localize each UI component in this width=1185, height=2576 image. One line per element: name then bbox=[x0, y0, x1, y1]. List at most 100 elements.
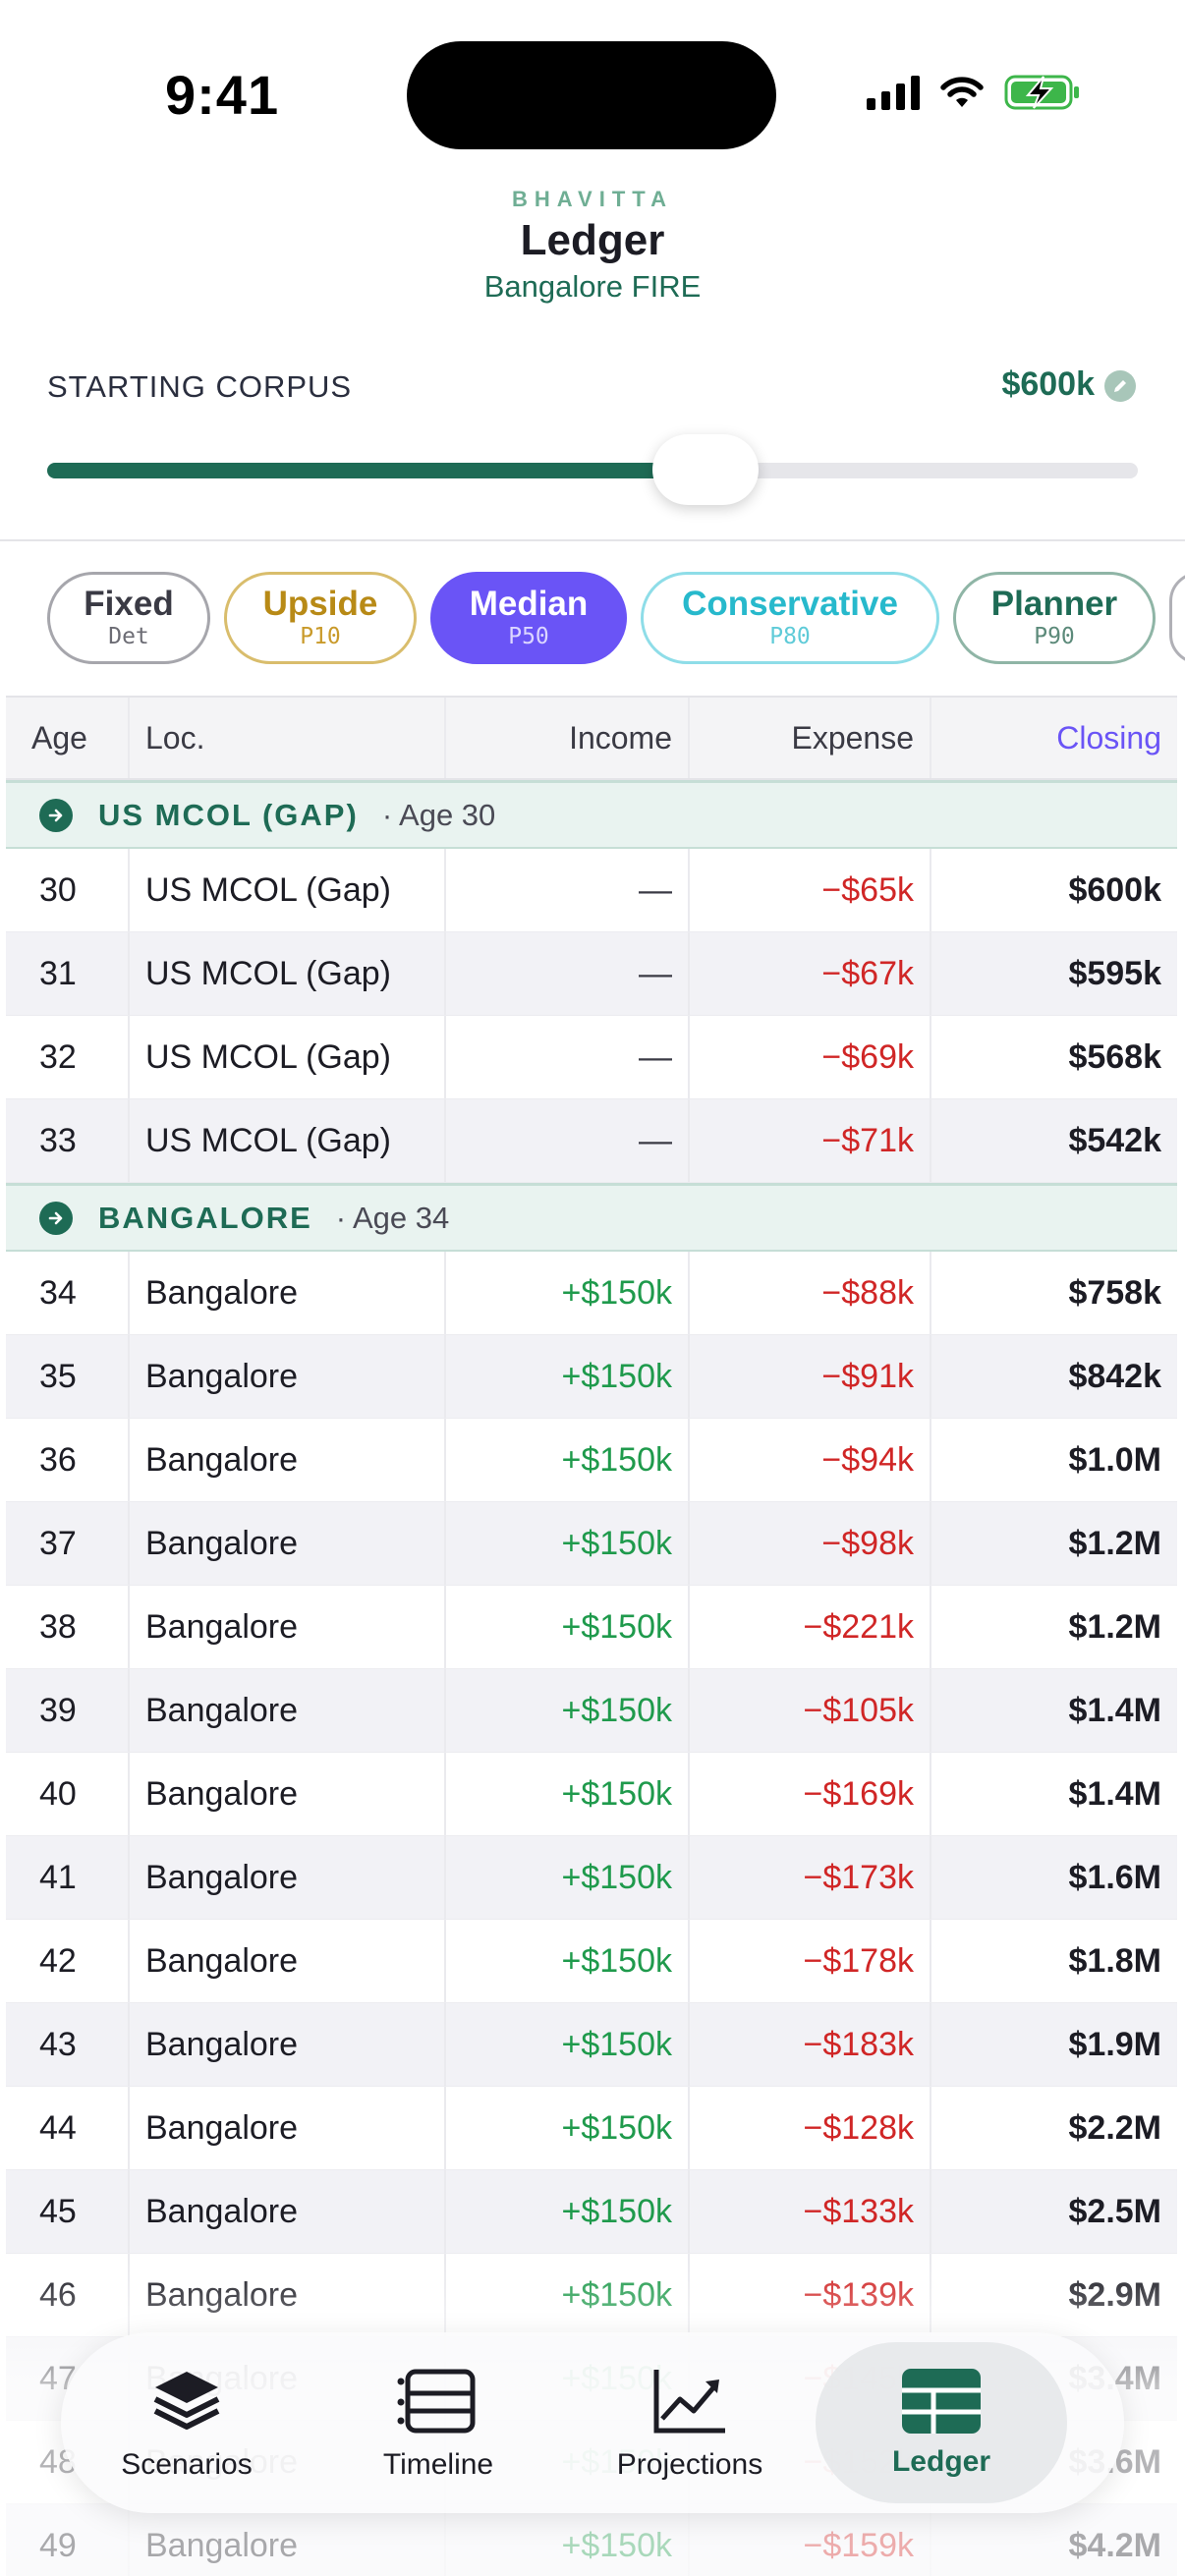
table-row[interactable]: 39 Bangalore +$150k −$105k $1.4M bbox=[6, 1669, 1177, 1753]
cell-expense: −$69k bbox=[690, 1016, 931, 1098]
cell-age: 42 bbox=[6, 1920, 130, 2002]
group-age: · Age 34 bbox=[335, 1200, 450, 1235]
scenario-chip-conservative[interactable]: Conservative P80 bbox=[641, 572, 939, 664]
cell-location: Bangalore bbox=[130, 1836, 446, 1919]
group-name: US MCOL (GAP) bbox=[98, 797, 359, 832]
timeline-icon bbox=[397, 2369, 476, 2434]
cell-closing: $595k bbox=[1068, 954, 1161, 992]
table-row[interactable]: 36 Bangalore +$150k −$94k $1.0M bbox=[6, 1419, 1177, 1502]
edit-pencil-icon[interactable] bbox=[1104, 370, 1136, 402]
cell-income: +$150k bbox=[446, 1252, 690, 1334]
section-divider bbox=[0, 539, 1185, 541]
cell-income: +$150k bbox=[446, 1669, 690, 1752]
table-row[interactable]: 31 US MCOL (Gap) — −$67k $595k bbox=[6, 932, 1177, 1016]
cell-expense: −$98k bbox=[690, 1502, 931, 1585]
tab-scenarios[interactable]: Scenarios bbox=[61, 2342, 312, 2503]
cell-age: 36 bbox=[6, 1419, 130, 1501]
table-row[interactable]: 35 Bangalore +$150k −$91k $842k bbox=[6, 1335, 1177, 1419]
cell-age: 37 bbox=[6, 1502, 130, 1585]
table-row[interactable]: 45 Bangalore +$150k −$133k $2.5M bbox=[6, 2170, 1177, 2254]
chart-trend-icon bbox=[653, 2370, 725, 2434]
cell-closing: $568k bbox=[1068, 1037, 1161, 1076]
scenario-chip-sub: P80 bbox=[769, 624, 811, 649]
tab-label: Ledger bbox=[891, 2445, 991, 2478]
cell-income: +$150k bbox=[446, 2087, 690, 2169]
cell-expense: −$67k bbox=[690, 932, 931, 1015]
table-row[interactable]: 32 US MCOL (Gap) — −$69k $568k bbox=[6, 1016, 1177, 1099]
cell-expense: −$128k bbox=[690, 2087, 931, 2169]
table-row[interactable]: 34 Bangalore +$150k −$88k $758k bbox=[6, 1252, 1177, 1335]
scenario-chip-label: Upside bbox=[262, 585, 378, 623]
tab-ledger[interactable]: Ledger bbox=[816, 2342, 1067, 2503]
table-row[interactable]: 30 US MCOL (Gap) — −$65k $600k bbox=[6, 849, 1177, 932]
cell-closing: $600k bbox=[1068, 870, 1161, 909]
cell-location: Bangalore bbox=[130, 1335, 446, 1418]
scenario-chip-planner[interactable]: Planner P90 bbox=[953, 572, 1156, 664]
table-row[interactable]: 44 Bangalore +$150k −$128k $2.2M bbox=[6, 2087, 1177, 2170]
corpus-value[interactable]: $600k bbox=[1001, 365, 1095, 404]
scenario-chip-label: Conservative bbox=[682, 585, 898, 623]
cell-age: 44 bbox=[6, 2087, 130, 2169]
column-header-closing[interactable]: Closing bbox=[931, 698, 1177, 778]
column-header-age[interactable]: Age bbox=[6, 698, 130, 778]
cell-closing: $1.2M bbox=[1068, 1524, 1162, 1562]
cell-income: +$150k bbox=[446, 2170, 690, 2253]
tab-label: Timeline bbox=[382, 2448, 494, 2481]
cell-closing: $1.2M bbox=[1068, 1607, 1162, 1646]
table-row[interactable]: 41 Bangalore +$150k −$173k $1.6M bbox=[6, 1836, 1177, 1920]
cell-location: Bangalore bbox=[130, 1419, 446, 1501]
tab-timeline[interactable]: Timeline bbox=[312, 2342, 564, 2503]
cell-location: US MCOL (Gap) bbox=[130, 849, 446, 931]
scenario-chip-median[interactable]: Median P50 bbox=[430, 572, 627, 664]
cell-location: US MCOL (Gap) bbox=[130, 932, 446, 1015]
scenario-chip-overflow[interactable] bbox=[1169, 572, 1185, 664]
arrow-right-circle-icon bbox=[39, 1201, 73, 1235]
scenario-chip-fixed[interactable]: Fixed Det bbox=[47, 572, 210, 664]
cell-expense: −$178k bbox=[690, 1920, 931, 2002]
cell-income: — bbox=[446, 1016, 690, 1098]
cell-closing: $2.2M bbox=[1068, 2108, 1162, 2147]
cell-income: +$150k bbox=[446, 1920, 690, 2002]
group-age: · Age 30 bbox=[381, 797, 496, 832]
column-header-location[interactable]: Loc. bbox=[130, 698, 446, 778]
cell-income: +$150k bbox=[446, 1836, 690, 1919]
tab-bar: Scenarios Timeline Projections Ledger bbox=[61, 2332, 1124, 2513]
cell-age: 31 bbox=[6, 932, 130, 1015]
page-subtitle: Bangalore FIRE bbox=[483, 269, 702, 304]
arrow-right-circle-icon bbox=[39, 798, 73, 832]
corpus-slider-thumb[interactable] bbox=[652, 434, 759, 505]
stack-icon bbox=[153, 2372, 220, 2430]
status-time: 9:41 bbox=[165, 64, 280, 126]
cell-location: US MCOL (Gap) bbox=[130, 1099, 446, 1182]
cell-closing: $1.4M bbox=[1068, 1691, 1162, 1729]
table-row[interactable]: 37 Bangalore +$150k −$98k $1.2M bbox=[6, 1502, 1177, 1586]
cell-closing: $2.5M bbox=[1068, 2192, 1162, 2230]
cell-expense: −$105k bbox=[690, 1669, 931, 1752]
scenario-chip-sub: P90 bbox=[1034, 624, 1075, 649]
cell-expense: −$133k bbox=[690, 2170, 931, 2253]
scenario-chip-sub: Det bbox=[108, 624, 149, 649]
table-row[interactable]: 42 Bangalore +$150k −$178k $1.8M bbox=[6, 1920, 1177, 2003]
table-row[interactable]: 43 Bangalore +$150k −$183k $1.9M bbox=[6, 2003, 1177, 2087]
scenario-chip-upside[interactable]: Upside P10 bbox=[224, 572, 417, 664]
cell-location: Bangalore bbox=[130, 1669, 446, 1752]
table-row[interactable]: 38 Bangalore +$150k −$221k $1.2M bbox=[6, 1586, 1177, 1669]
cell-age: 38 bbox=[6, 1586, 130, 1668]
cell-age: 45 bbox=[6, 2170, 130, 2253]
cell-location: Bangalore bbox=[130, 1502, 446, 1585]
tab-projections[interactable]: Projections bbox=[564, 2342, 816, 2503]
column-header-income[interactable]: Income bbox=[446, 698, 690, 778]
table-row[interactable]: 33 US MCOL (Gap) — −$71k $542k bbox=[6, 1099, 1177, 1183]
column-header-expense[interactable]: Expense bbox=[690, 698, 931, 778]
corpus-slider[interactable] bbox=[47, 434, 1138, 505]
cell-income: +$150k bbox=[446, 1586, 690, 1668]
table-row[interactable]: 40 Bangalore +$150k −$169k $1.4M bbox=[6, 1753, 1177, 1836]
dynamic-island bbox=[407, 41, 776, 149]
cell-location: Bangalore bbox=[130, 2170, 446, 2253]
cell-income: +$150k bbox=[446, 2003, 690, 2086]
cell-location: Bangalore bbox=[130, 1586, 446, 1668]
cell-expense: −$169k bbox=[690, 1753, 931, 1835]
cell-expense: −$88k bbox=[690, 1252, 931, 1334]
cell-age: 33 bbox=[6, 1099, 130, 1182]
cell-closing: $542k bbox=[1068, 1121, 1161, 1159]
